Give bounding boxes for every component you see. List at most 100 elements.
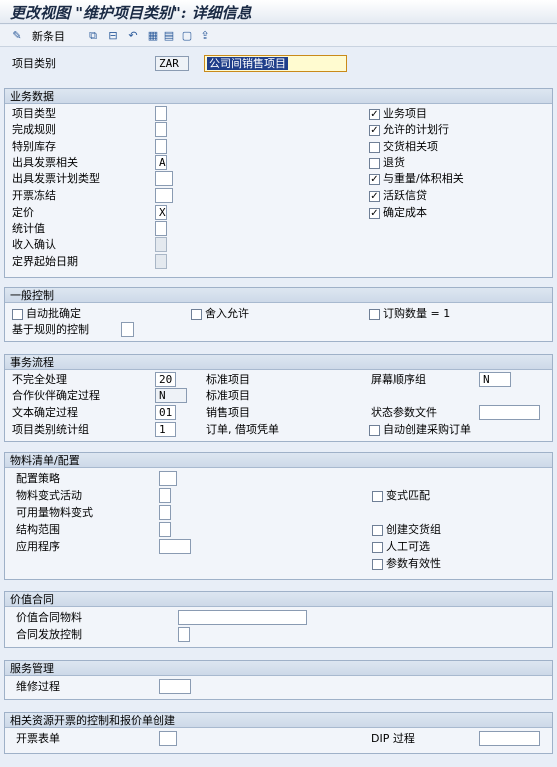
undo-icon[interactable]: ↶ <box>126 29 140 43</box>
value-contract-material-field[interactable] <box>178 610 307 625</box>
business-field-input[interactable] <box>155 221 167 236</box>
value-contract-material-label: 价值合同物料 <box>16 611 82 624</box>
business-checkbox[interactable] <box>369 142 380 153</box>
rounding-checkbox[interactable] <box>191 309 202 320</box>
manual-alt-label: 人工可选 <box>386 540 430 553</box>
order-qty-label: 订购数量 = 1 <box>383 307 451 320</box>
order-qty-checkbox[interactable] <box>369 309 380 320</box>
contract-release-field[interactable] <box>178 627 190 642</box>
copy-icon[interactable]: ⧉ <box>86 29 100 43</box>
business-field-input[interactable] <box>155 171 173 186</box>
auto-batch-checkbox[interactable] <box>12 309 23 320</box>
stat-group-field[interactable]: 1 <box>155 422 176 437</box>
select-block-icon[interactable]: ▤ <box>162 29 176 43</box>
application-field[interactable] <box>159 539 191 554</box>
item-category-label: 项目类别 <box>12 57 56 70</box>
select-all-icon[interactable]: ▦ <box>146 29 160 43</box>
business-field-label: 出具发票计划类型 <box>12 172 100 185</box>
group-title: 物料清单/配置 <box>10 454 80 467</box>
business-checkbox[interactable] <box>369 158 380 169</box>
group-title: 服务管理 <box>10 662 54 675</box>
business-field-input[interactable] <box>155 188 173 203</box>
business-checkbox[interactable]: ✓ <box>369 191 380 202</box>
variant-activity-field[interactable] <box>159 488 171 503</box>
item-category-field[interactable]: ZAR <box>155 56 189 71</box>
group-title: 相关资源开票的控制和报价单创建 <box>10 714 175 727</box>
config-strategy-field[interactable] <box>159 471 177 486</box>
partner-field[interactable]: N <box>155 388 187 403</box>
business-checkbox[interactable]: ✓ <box>369 174 380 185</box>
transport-icon[interactable]: ⇪ <box>198 29 212 43</box>
window-title: 更改视图 "维护项目类别": 详细信息 <box>10 4 252 22</box>
deselect-all-icon[interactable]: ▢ <box>180 29 194 43</box>
business-checkbox-label: 业务项目 <box>383 107 427 120</box>
business-field-input[interactable] <box>155 106 167 121</box>
billing-form-label: 开票表单 <box>16 732 60 745</box>
new-entries-button[interactable]: 新条目 <box>32 28 65 44</box>
rounding-label: 舍入允许 <box>205 307 249 320</box>
avail-variant-label: 可用量物料变式 <box>16 506 93 519</box>
param-effectivity-checkbox[interactable] <box>372 559 383 570</box>
delete-icon[interactable]: ⊟ <box>106 29 120 43</box>
contract-release-label: 合同发放控制 <box>16 628 82 641</box>
variant-activity-label: 物料变式活动 <box>16 489 82 502</box>
title-bar: 更改视图 "维护项目类别": 详细信息 <box>0 0 557 24</box>
create-delivery-group-label: 创建交货组 <box>386 523 441 536</box>
group-service-management: 服务管理 <box>4 660 553 700</box>
manual-alt-checkbox[interactable] <box>372 542 383 553</box>
business-checkbox-label: 确定成本 <box>383 206 427 219</box>
screen-seq-field[interactable]: N <box>479 372 511 387</box>
application-label: 应用程序 <box>16 540 60 553</box>
text-label: 文本确定过程 <box>12 406 78 419</box>
variant-match-label: 变式匹配 <box>386 489 430 502</box>
partner-desc: 标准项目 <box>206 389 250 402</box>
business-field-input[interactable] <box>155 254 167 269</box>
business-field-input[interactable]: A <box>155 155 167 170</box>
business-checkbox-label: 允许的计划行 <box>383 123 449 136</box>
incompletion-label: 不完全处理 <box>12 373 67 386</box>
status-profile-label: 状态参数文件 <box>371 406 437 419</box>
business-checkbox[interactable]: ✓ <box>369 125 380 136</box>
business-field-label: 统计值 <box>12 222 45 235</box>
business-field-input[interactable] <box>155 139 167 154</box>
business-field-label: 特别库存 <box>12 140 56 153</box>
param-effectivity-label: 参数有效性 <box>386 557 441 570</box>
display-change-icon[interactable]: ✎ <box>10 29 24 43</box>
business-field-input[interactable] <box>155 122 167 137</box>
item-category-description-field[interactable]: 公司间销售项目 <box>204 55 347 72</box>
avail-variant-field[interactable] <box>159 505 171 520</box>
item-category-description: 公司间销售项目 <box>207 57 288 70</box>
business-field-label: 出具发票相关 <box>12 156 78 169</box>
text-field[interactable]: 01 <box>155 405 176 420</box>
create-delivery-group-checkbox[interactable] <box>372 525 383 536</box>
auto-po-checkbox[interactable] <box>369 425 380 436</box>
incompletion-desc: 标准项目 <box>206 373 250 386</box>
partner-label: 合作伙伴确定过程 <box>12 389 100 402</box>
business-checkbox[interactable]: ✓ <box>369 109 380 120</box>
status-profile-field[interactable] <box>479 405 540 420</box>
rule-based-field[interactable] <box>121 322 134 337</box>
group-billing-quotation: 相关资源开票的控制和报价单创建 <box>4 712 553 754</box>
business-checkbox-label: 与重量/体积相关 <box>383 172 464 185</box>
auto-po-label: 自动创建采购订单 <box>383 423 471 436</box>
dip-process-field[interactable] <box>479 731 540 746</box>
business-checkbox[interactable]: ✓ <box>369 208 380 219</box>
group-title: 价值合同 <box>10 593 54 606</box>
business-field-input[interactable]: X <box>155 205 167 220</box>
struct-scope-label: 结构范围 <box>16 523 60 536</box>
group-title: 业务数据 <box>10 90 54 103</box>
struct-scope-field[interactable] <box>159 522 171 537</box>
config-strategy-label: 配置策略 <box>16 472 60 485</box>
business-checkbox-label: 退货 <box>383 156 405 169</box>
stat-group-label: 项目类别统计组 <box>12 423 89 436</box>
variant-match-checkbox[interactable] <box>372 491 383 502</box>
repair-process-field[interactable] <box>159 679 191 694</box>
business-checkbox-label: 活跃信贷 <box>383 189 427 202</box>
toolbar: ✎ 新条目 ⧉ ⊟ ↶ ▦ ▤ ▢ ⇪ <box>0 25 557 47</box>
business-field-label: 收入确认 <box>12 238 56 251</box>
billing-form-field[interactable] <box>159 731 177 746</box>
auto-batch-label: 自动批确定 <box>26 307 81 320</box>
business-field-input[interactable] <box>155 237 167 252</box>
dip-process-label: DIP 过程 <box>371 732 415 745</box>
incompletion-field[interactable]: 20 <box>155 372 176 387</box>
